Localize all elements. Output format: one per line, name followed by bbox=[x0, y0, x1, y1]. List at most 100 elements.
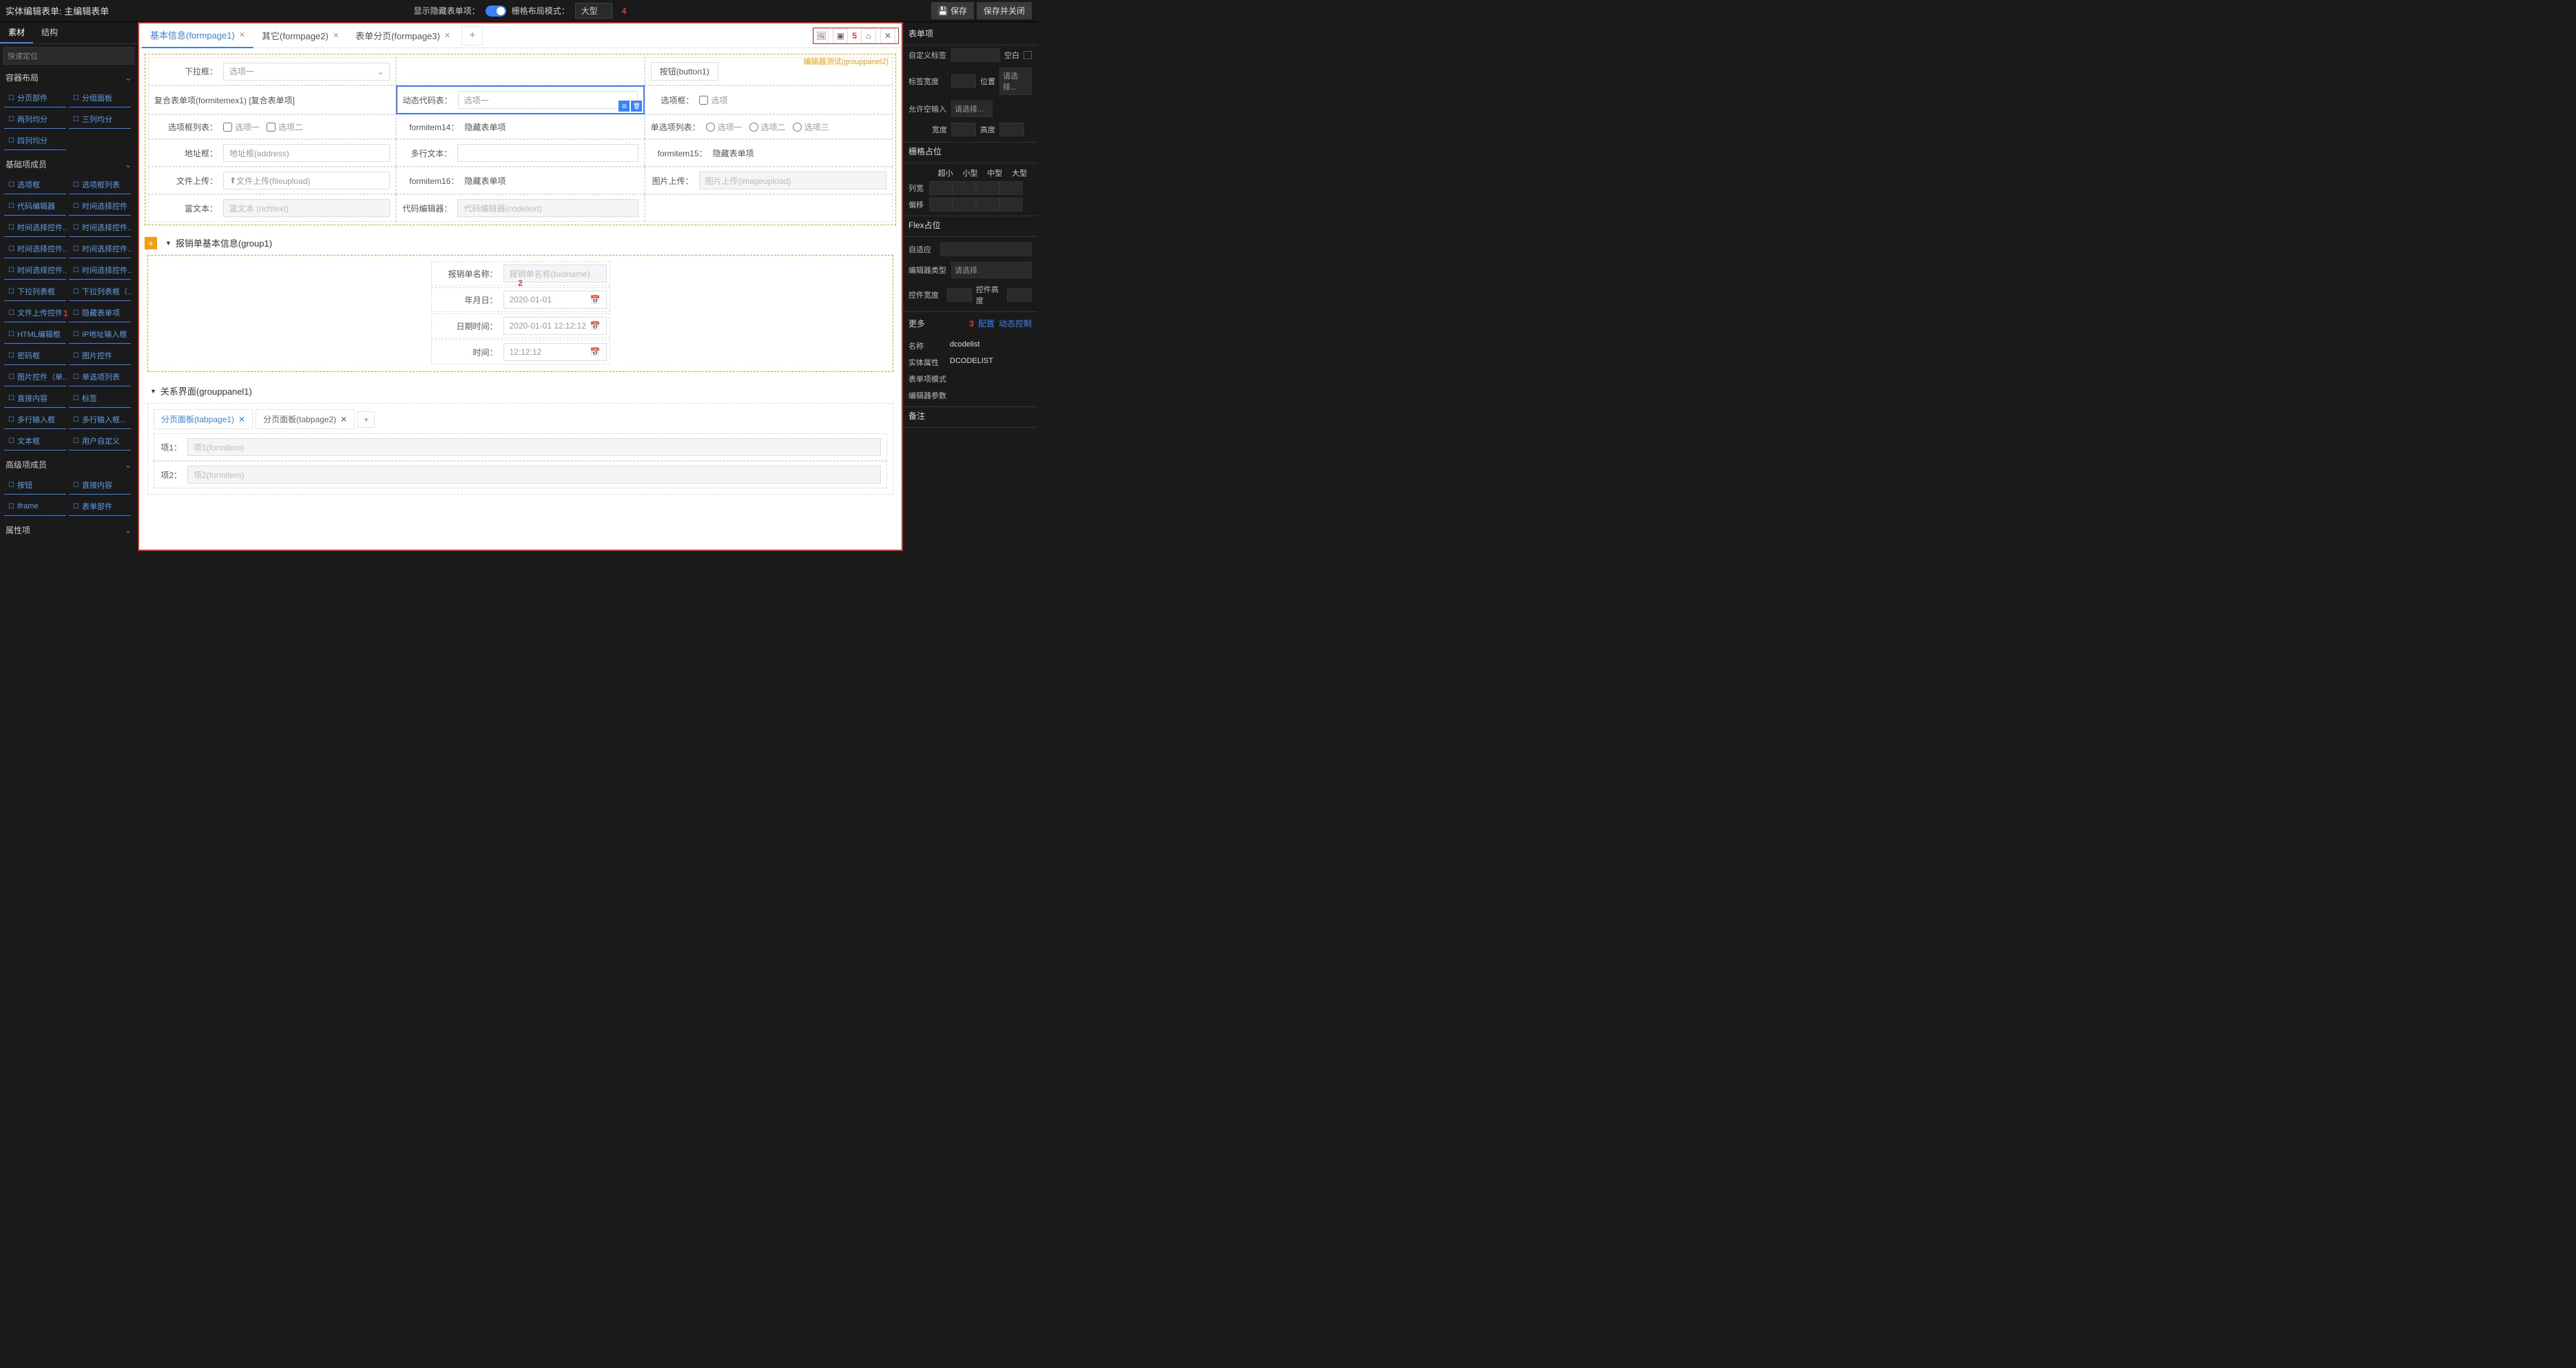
radio-list-cell[interactable]: 单选项列表： 选项一 选项二 选项三 bbox=[645, 114, 893, 139]
component-item[interactable]: ☐图片控件 bbox=[69, 346, 131, 365]
close-icon[interactable]: ✕ bbox=[444, 31, 450, 40]
dropdown-input[interactable]: 选项一 bbox=[223, 63, 390, 81]
item1-cell[interactable]: 项1： 项1(formitem) bbox=[154, 433, 887, 461]
image-icon[interactable]: 🖼 bbox=[813, 28, 829, 43]
component-item[interactable]: ☐三列均分 bbox=[69, 110, 131, 129]
blank-checkbox[interactable] bbox=[1024, 51, 1032, 59]
richtext-cell[interactable]: 富文本： 富文本 (richtext) bbox=[148, 194, 396, 222]
component-item[interactable]: ☐下拉列表框（... bbox=[69, 282, 131, 301]
copy-icon[interactable]: ⧉ bbox=[619, 101, 630, 112]
save-close-button[interactable]: 保存并关闭 bbox=[977, 2, 1032, 19]
option-list-cell[interactable]: 选项框列表： 选项一 选项二 bbox=[148, 114, 396, 139]
delete-icon[interactable]: 🗑 bbox=[631, 101, 642, 112]
component-item[interactable]: ☐时间选择控件... bbox=[69, 261, 131, 280]
close-icon[interactable]: ✕ bbox=[239, 30, 245, 39]
option-box-cell[interactable]: 选项框： 选项 bbox=[645, 85, 893, 114]
component-item[interactable]: ☐文件上传控件 bbox=[4, 304, 66, 322]
component-item[interactable]: ☐时间选择控件... bbox=[4, 218, 66, 237]
formitem15-cell[interactable]: formitem15： 隐藏表单项 bbox=[645, 139, 893, 167]
save-button[interactable]: 💾 保存 bbox=[931, 2, 974, 19]
component-item[interactable]: ☐时间选择控件... bbox=[4, 261, 66, 280]
address-input[interactable]: 地址框(address) bbox=[223, 144, 390, 162]
component-item[interactable]: ☐表单部件 bbox=[69, 497, 131, 516]
datetime-input[interactable]: 2020-01-01 12:12:12📅 bbox=[503, 317, 607, 335]
search-input[interactable]: 快速定位 bbox=[3, 47, 134, 65]
component-item[interactable]: ☐分页部件 bbox=[4, 89, 66, 107]
home-icon[interactable]: ⌂ bbox=[861, 28, 876, 43]
dynamic-code-cell[interactable]: 动态代码表： 选项一 ⧉ 🗑 bbox=[396, 85, 645, 114]
add-inner-tab[interactable]: + bbox=[357, 411, 375, 428]
code-editor-cell[interactable]: 代码编辑器： 代码编辑器(codetext) bbox=[396, 194, 644, 222]
component-item[interactable]: ☐按钮 bbox=[4, 476, 66, 495]
allow-empty-select[interactable]: 请选择... bbox=[951, 101, 993, 117]
formitem14-cell[interactable]: formitem14： 隐藏表单项 bbox=[396, 114, 644, 139]
section-basic[interactable]: 基础项成员⌄ bbox=[0, 154, 137, 174]
component-item[interactable]: ☐用户自定义 bbox=[69, 432, 131, 450]
formitem16-cell[interactable]: formitem16： 隐藏表单项 bbox=[396, 167, 644, 194]
form-tab[interactable]: 其它(formpage2)✕ bbox=[253, 23, 347, 48]
close-icon[interactable]: ✕ bbox=[880, 28, 895, 43]
component-item[interactable]: ☐四列均分 bbox=[4, 132, 66, 150]
item2-cell[interactable]: 项2： 项2(formitem) bbox=[154, 461, 887, 488]
form-tab[interactable]: 基本信息(formpage1)✕ bbox=[142, 23, 253, 48]
component-item[interactable]: ☐直接内容 bbox=[69, 476, 131, 495]
ctrl-height-input[interactable] bbox=[1007, 288, 1032, 302]
image2-icon[interactable]: ▣ bbox=[833, 28, 848, 43]
component-item[interactable]: ☐密码框 bbox=[4, 346, 66, 365]
multiline-input[interactable] bbox=[457, 144, 638, 162]
ymd-input[interactable]: 2020-01-01📅 bbox=[503, 291, 607, 309]
component-item[interactable]: ☐HTML编辑框 bbox=[4, 325, 66, 344]
add-tab-button[interactable]: + bbox=[461, 26, 483, 45]
component-item[interactable]: ☐选项框列表 bbox=[69, 176, 131, 194]
file-upload-input[interactable]: ⬆ 文件上传(fileupload) bbox=[223, 172, 390, 189]
editor-type-select[interactable]: 请选择 bbox=[951, 262, 1032, 278]
component-item[interactable]: ☐两列均分 bbox=[4, 110, 66, 129]
config-link[interactable]: 配置 bbox=[978, 318, 995, 329]
component-item[interactable]: ☐直接内容 bbox=[4, 389, 66, 408]
close-icon[interactable]: ✕ bbox=[333, 31, 339, 40]
close-icon[interactable]: ✕ bbox=[340, 415, 347, 424]
dynamic-ctrl-link[interactable]: 动态控制 bbox=[999, 318, 1032, 329]
component-item[interactable]: ☐时间选择控件... bbox=[69, 240, 131, 258]
close-icon[interactable]: ✕ bbox=[238, 415, 245, 424]
item1-input[interactable]: 项1(formitem) bbox=[187, 438, 881, 456]
adaptive-input[interactable] bbox=[940, 242, 1032, 256]
time-input[interactable]: 12:12:12📅 bbox=[503, 343, 607, 361]
form-tab[interactable]: 表单分页(formpage3)✕ bbox=[347, 23, 459, 48]
component-item[interactable]: ☐代码编辑器 bbox=[4, 197, 66, 216]
add-icon[interactable]: + bbox=[145, 237, 157, 249]
component-item[interactable]: ☐多行输入框... bbox=[69, 411, 131, 429]
image-upload-input[interactable]: 图片上传(imageupload) bbox=[699, 172, 886, 189]
component-item[interactable]: ☐隐藏表单项 bbox=[69, 304, 131, 322]
image-upload-cell[interactable]: 图片上传： 图片上传(imageupload) bbox=[645, 167, 893, 194]
height-input[interactable] bbox=[999, 123, 1024, 136]
component-item[interactable]: ☐时间选择控件... bbox=[4, 240, 66, 258]
component-item[interactable]: ☐选项框 bbox=[4, 176, 66, 194]
group2-header[interactable]: 关系界面(grouppanel1) bbox=[145, 379, 896, 403]
component-item[interactable]: ☐单选项列表 bbox=[69, 368, 131, 386]
component-item[interactable]: ☐iframe bbox=[4, 497, 66, 516]
button1[interactable]: 按钮(button1) bbox=[651, 62, 718, 81]
dropdown-cell[interactable]: 下拉框： 选项一 bbox=[148, 57, 396, 85]
tab-structure[interactable]: 结构 bbox=[33, 22, 66, 43]
component-item[interactable]: ☐IP地址输入框 bbox=[69, 325, 131, 344]
composite-cell[interactable]: 复合表单项(formitemex1) [复合表单项] bbox=[148, 85, 396, 114]
custom-label-input[interactable] bbox=[951, 48, 1000, 62]
richtext-input[interactable]: 富文本 (richtext) bbox=[223, 199, 390, 217]
component-item[interactable]: ☐分组面板 bbox=[69, 89, 131, 107]
dynamic-code-input[interactable]: 选项一 bbox=[458, 91, 638, 109]
section-container[interactable]: 容器布局⌄ bbox=[0, 68, 137, 87]
component-item[interactable]: ☐标签 bbox=[69, 389, 131, 408]
group1-header[interactable]: 报销单基本信息(group1) bbox=[160, 231, 278, 255]
component-item[interactable]: ☐时间选择控件... bbox=[69, 218, 131, 237]
inner-tab[interactable]: 分页面板(tabpage2)✕ bbox=[256, 409, 355, 429]
inner-tab[interactable]: 分页面板(tabpage1)✕ bbox=[154, 409, 253, 429]
component-item[interactable]: ☐图片控件（单... bbox=[4, 368, 66, 386]
show-hidden-toggle[interactable] bbox=[486, 6, 506, 17]
section-attr[interactable]: 属性项⌄ bbox=[0, 520, 137, 540]
address-cell[interactable]: 地址框： 地址框(address) bbox=[148, 139, 396, 167]
component-item[interactable]: ☐多行输入框 bbox=[4, 411, 66, 429]
component-item[interactable]: ☐时间选择控件 bbox=[69, 197, 131, 216]
code-editor-input[interactable]: 代码编辑器(codetext) bbox=[457, 199, 638, 217]
width-input[interactable] bbox=[951, 123, 976, 136]
